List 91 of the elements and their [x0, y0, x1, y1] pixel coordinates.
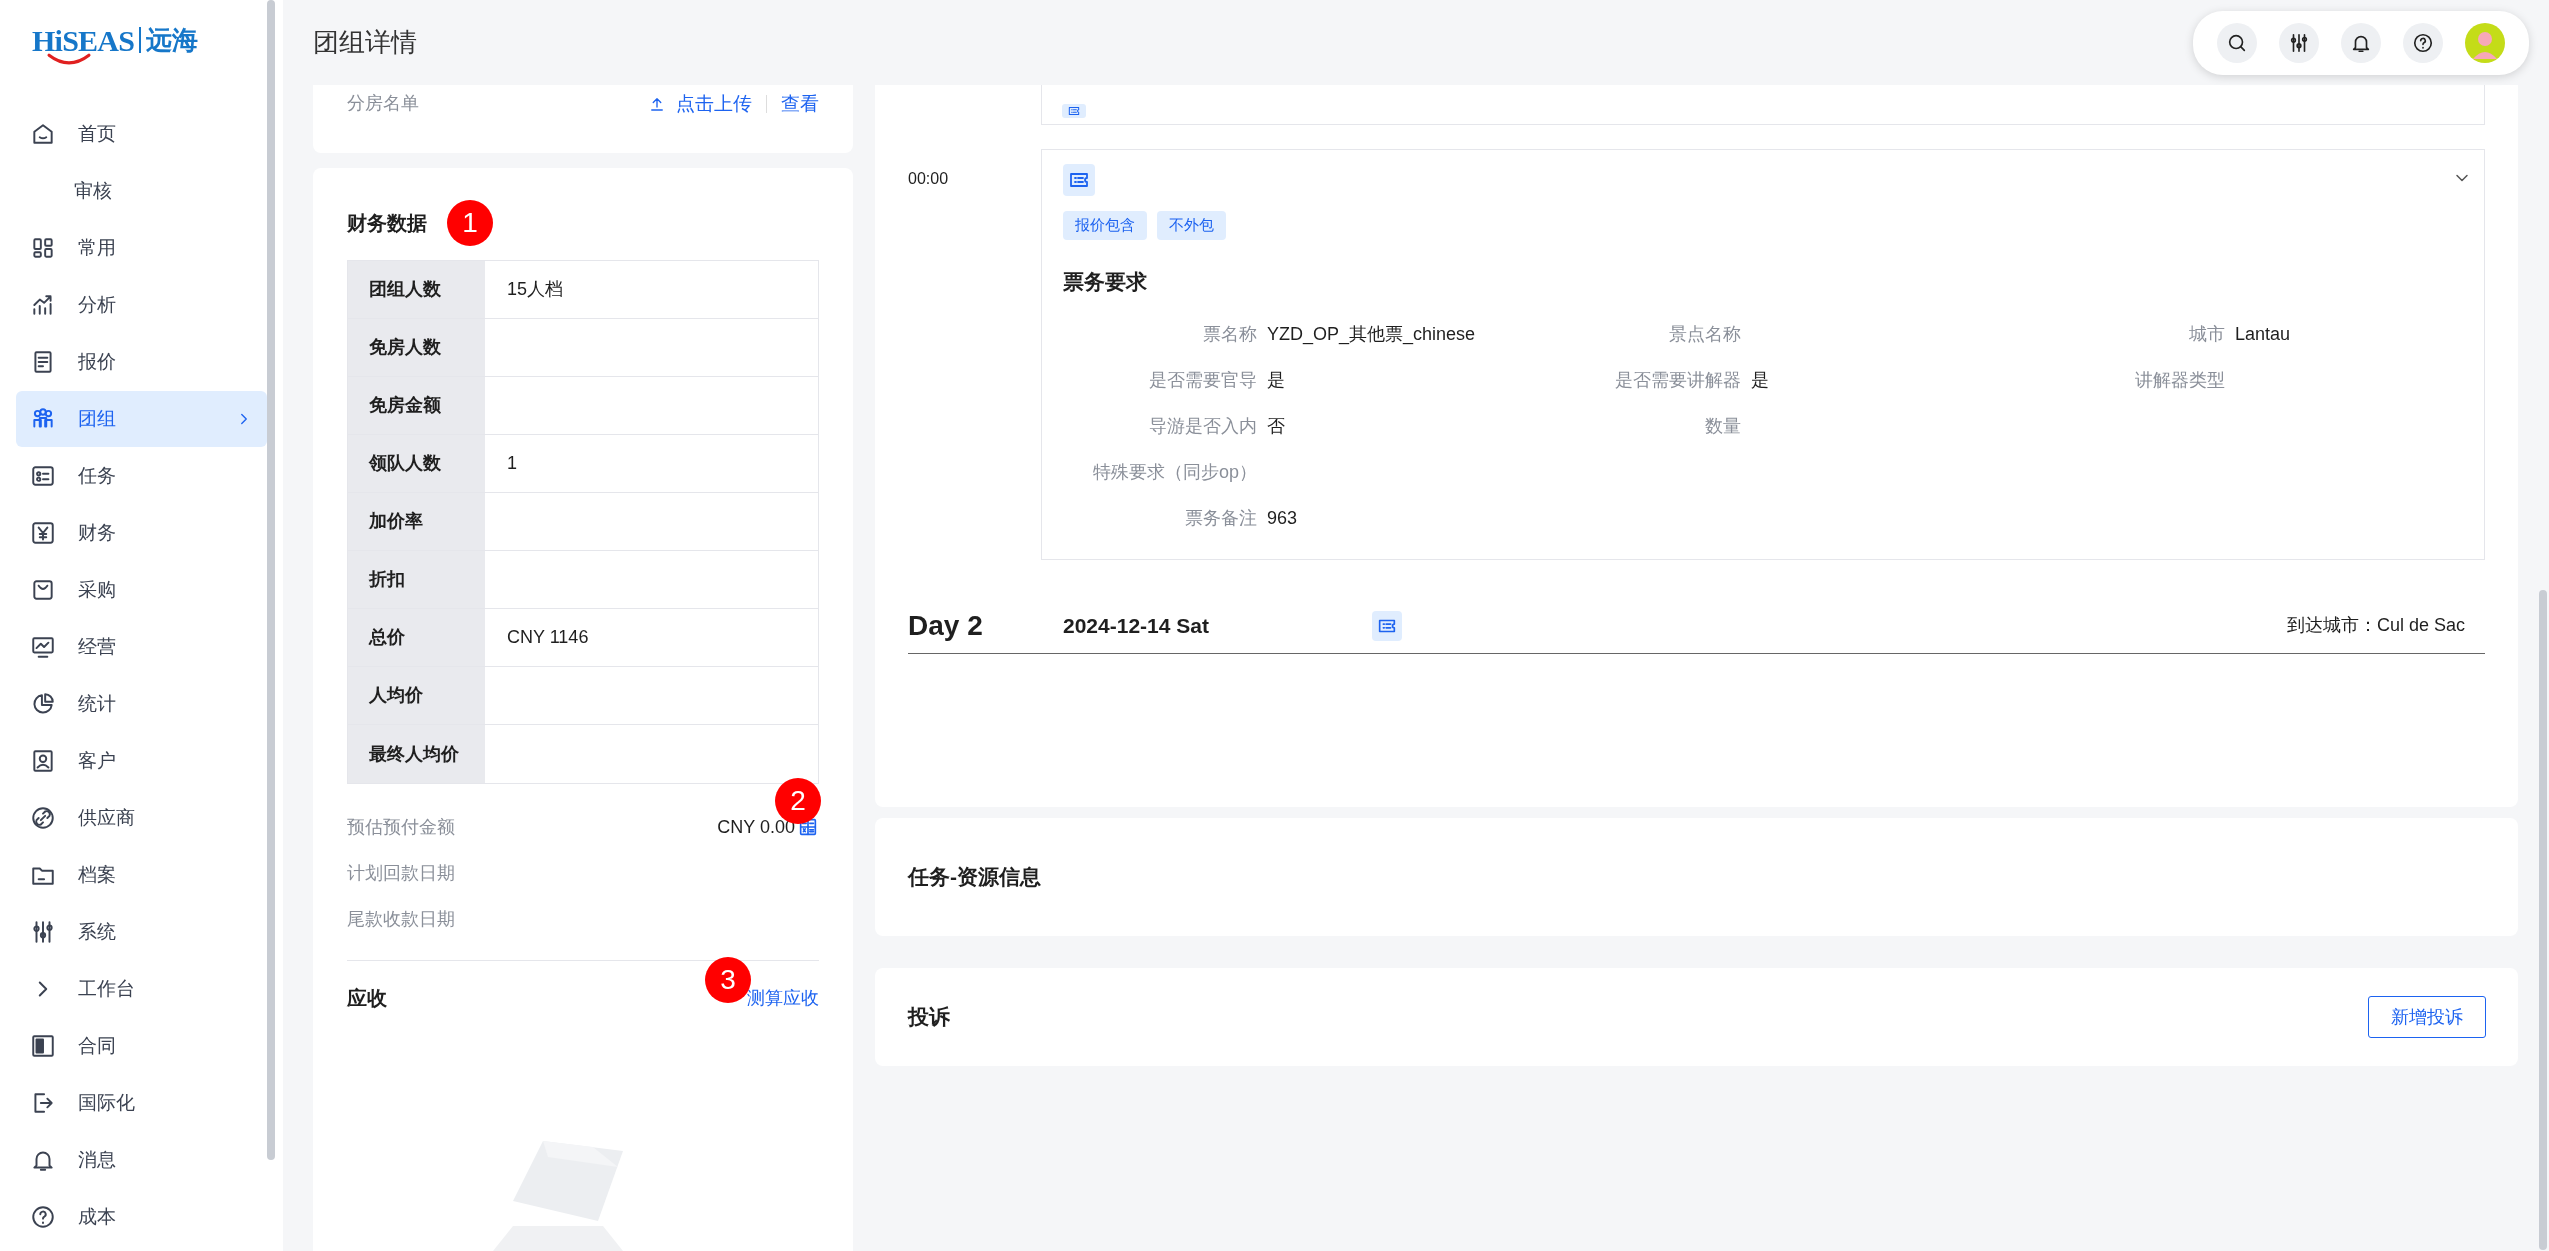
- table-header-cell: 人均价: [348, 667, 485, 724]
- table-cell-text: 15人档: [506, 278, 565, 301]
- scrollbar[interactable]: [2539, 590, 2547, 1250]
- field-label: 票务备注: [1184, 506, 1257, 530]
- sidebar-item[interactable]: 消息: [16, 1132, 267, 1188]
- view-link[interactable]: 查看: [781, 90, 819, 119]
- sidebar-item[interactable]: 采购: [16, 562, 267, 618]
- sidebar-item[interactable]: 经营: [16, 619, 267, 675]
- sliders-icon: [2288, 31, 2310, 54]
- field-label: 票名称: [1202, 322, 1257, 346]
- table-header-cell: 最终人均价: [348, 725, 485, 783]
- grid-icon: [30, 235, 56, 261]
- bell-button[interactable]: [2341, 22, 2381, 63]
- field-value: 否: [1267, 414, 1285, 438]
- sidebar-item[interactable]: 分析: [16, 277, 267, 333]
- add-complaint-button[interactable]: 新增投诉: [2368, 996, 2486, 1038]
- upload-link[interactable]: 点击上传: [648, 90, 752, 119]
- sidebar-item[interactable]: 首页: [16, 106, 267, 162]
- sidebar-item[interactable]: 团组: [16, 391, 267, 447]
- table-header-cell: 总价: [348, 609, 485, 666]
- tag: 不外包: [1157, 211, 1226, 240]
- section-title: 财务数据: [347, 211, 427, 236]
- contact-card-icon: [30, 748, 56, 774]
- field-label: 导游是否入内: [1148, 414, 1257, 438]
- scrollbar[interactable]: [267, 0, 275, 1160]
- sidebar-item[interactable]: 系统: [16, 904, 267, 960]
- field-label: 数量: [1704, 414, 1741, 438]
- field-value: Lantau: [2235, 322, 2291, 346]
- table-header-cell: 免房人数: [348, 319, 485, 376]
- field-value: YZD_OP_其他票_chinese: [1267, 322, 1476, 347]
- table-header-cell: 免房金额: [348, 377, 485, 434]
- help-button[interactable]: [2403, 22, 2443, 63]
- logo: HiSEAS 远海: [32, 17, 199, 63]
- table-cell-text: CNY 1146: [506, 626, 590, 649]
- sidebar-item[interactable]: 客户: [16, 733, 267, 789]
- yen-icon: [30, 520, 56, 546]
- panel-icon: [30, 1033, 56, 1059]
- section-title: 任务-资源信息: [908, 864, 1041, 891]
- time-label: 00:00: [908, 169, 950, 189]
- field-label: 城市: [2188, 322, 2225, 346]
- search-button[interactable]: [2217, 22, 2257, 63]
- help-icon: [2412, 31, 2434, 54]
- field-value: 是: [1751, 368, 1769, 392]
- field-label: 尾款收款日期: [347, 907, 456, 931]
- ticket-icon: [1062, 104, 1086, 118]
- table-cell-text: 1: [506, 452, 518, 475]
- sidebar-item[interactable]: 供应商: [16, 790, 267, 846]
- field-label: 计划回款日期: [347, 861, 456, 885]
- section-title: 应收: [347, 986, 387, 1011]
- sidebar-item[interactable]: 报价: [16, 334, 267, 390]
- date-label: 2024-12-14 Sat: [1063, 612, 1210, 639]
- sliders-icon: [30, 919, 56, 945]
- help-icon: [30, 1204, 56, 1230]
- house-icon: [30, 121, 56, 147]
- tag: 报价包含: [1063, 211, 1147, 240]
- field-label: 分房名单: [347, 92, 419, 115]
- link-icon: [30, 805, 56, 831]
- table-header-cell: 加价率: [348, 493, 485, 550]
- upload-icon: [648, 95, 666, 114]
- field-label: 是否需要讲解器: [1614, 368, 1741, 392]
- field-label: 讲解器类型: [2134, 368, 2225, 392]
- checklist-icon: [30, 463, 56, 489]
- field-value: 963: [1267, 506, 1298, 530]
- sidebar-item[interactable]: 档案: [16, 847, 267, 903]
- sidebar-item[interactable]: 统计: [16, 676, 267, 732]
- bag-icon: [30, 577, 56, 603]
- page-title: 团组详情: [313, 26, 417, 59]
- sidebar-item[interactable]: 财务: [16, 505, 267, 561]
- field-label: 特殊要求（同步op）: [1091, 460, 1257, 484]
- field-value: 是: [1267, 368, 1285, 392]
- section-title: 投诉: [908, 1004, 950, 1031]
- field-label: 是否需要官导: [1148, 368, 1257, 392]
- sidebar-item[interactable]: 常用: [16, 220, 267, 276]
- monitor-icon: [30, 634, 56, 660]
- table-header-cell: 领队人数: [348, 435, 485, 492]
- sliders-button[interactable]: [2279, 22, 2319, 63]
- day-label: Day 2: [908, 608, 984, 643]
- sidebar-item[interactable]: 合同: [16, 1018, 267, 1074]
- pie-chart-icon: [30, 691, 56, 717]
- section-title: 票务要求: [1063, 268, 1148, 295]
- sidebar-item[interactable]: 国际化: [16, 1075, 267, 1131]
- arrival-city: 到达城市：Cul de Sac: [2286, 614, 2465, 637]
- field-label: 预估预付金额: [347, 815, 455, 839]
- field-label: 景点名称: [1668, 322, 1741, 346]
- annotation-number: 1: [447, 200, 493, 246]
- sidebar-item[interactable]: 成本: [16, 1189, 267, 1245]
- sidebar-item[interactable]: 审核: [16, 163, 267, 219]
- sidebar-item[interactable]: 任务: [16, 448, 267, 504]
- sidebar-item[interactable]: 工作台: [16, 961, 267, 1017]
- table-header-cell: 折扣: [348, 551, 485, 608]
- table-header-cell: 团组人数: [348, 261, 485, 318]
